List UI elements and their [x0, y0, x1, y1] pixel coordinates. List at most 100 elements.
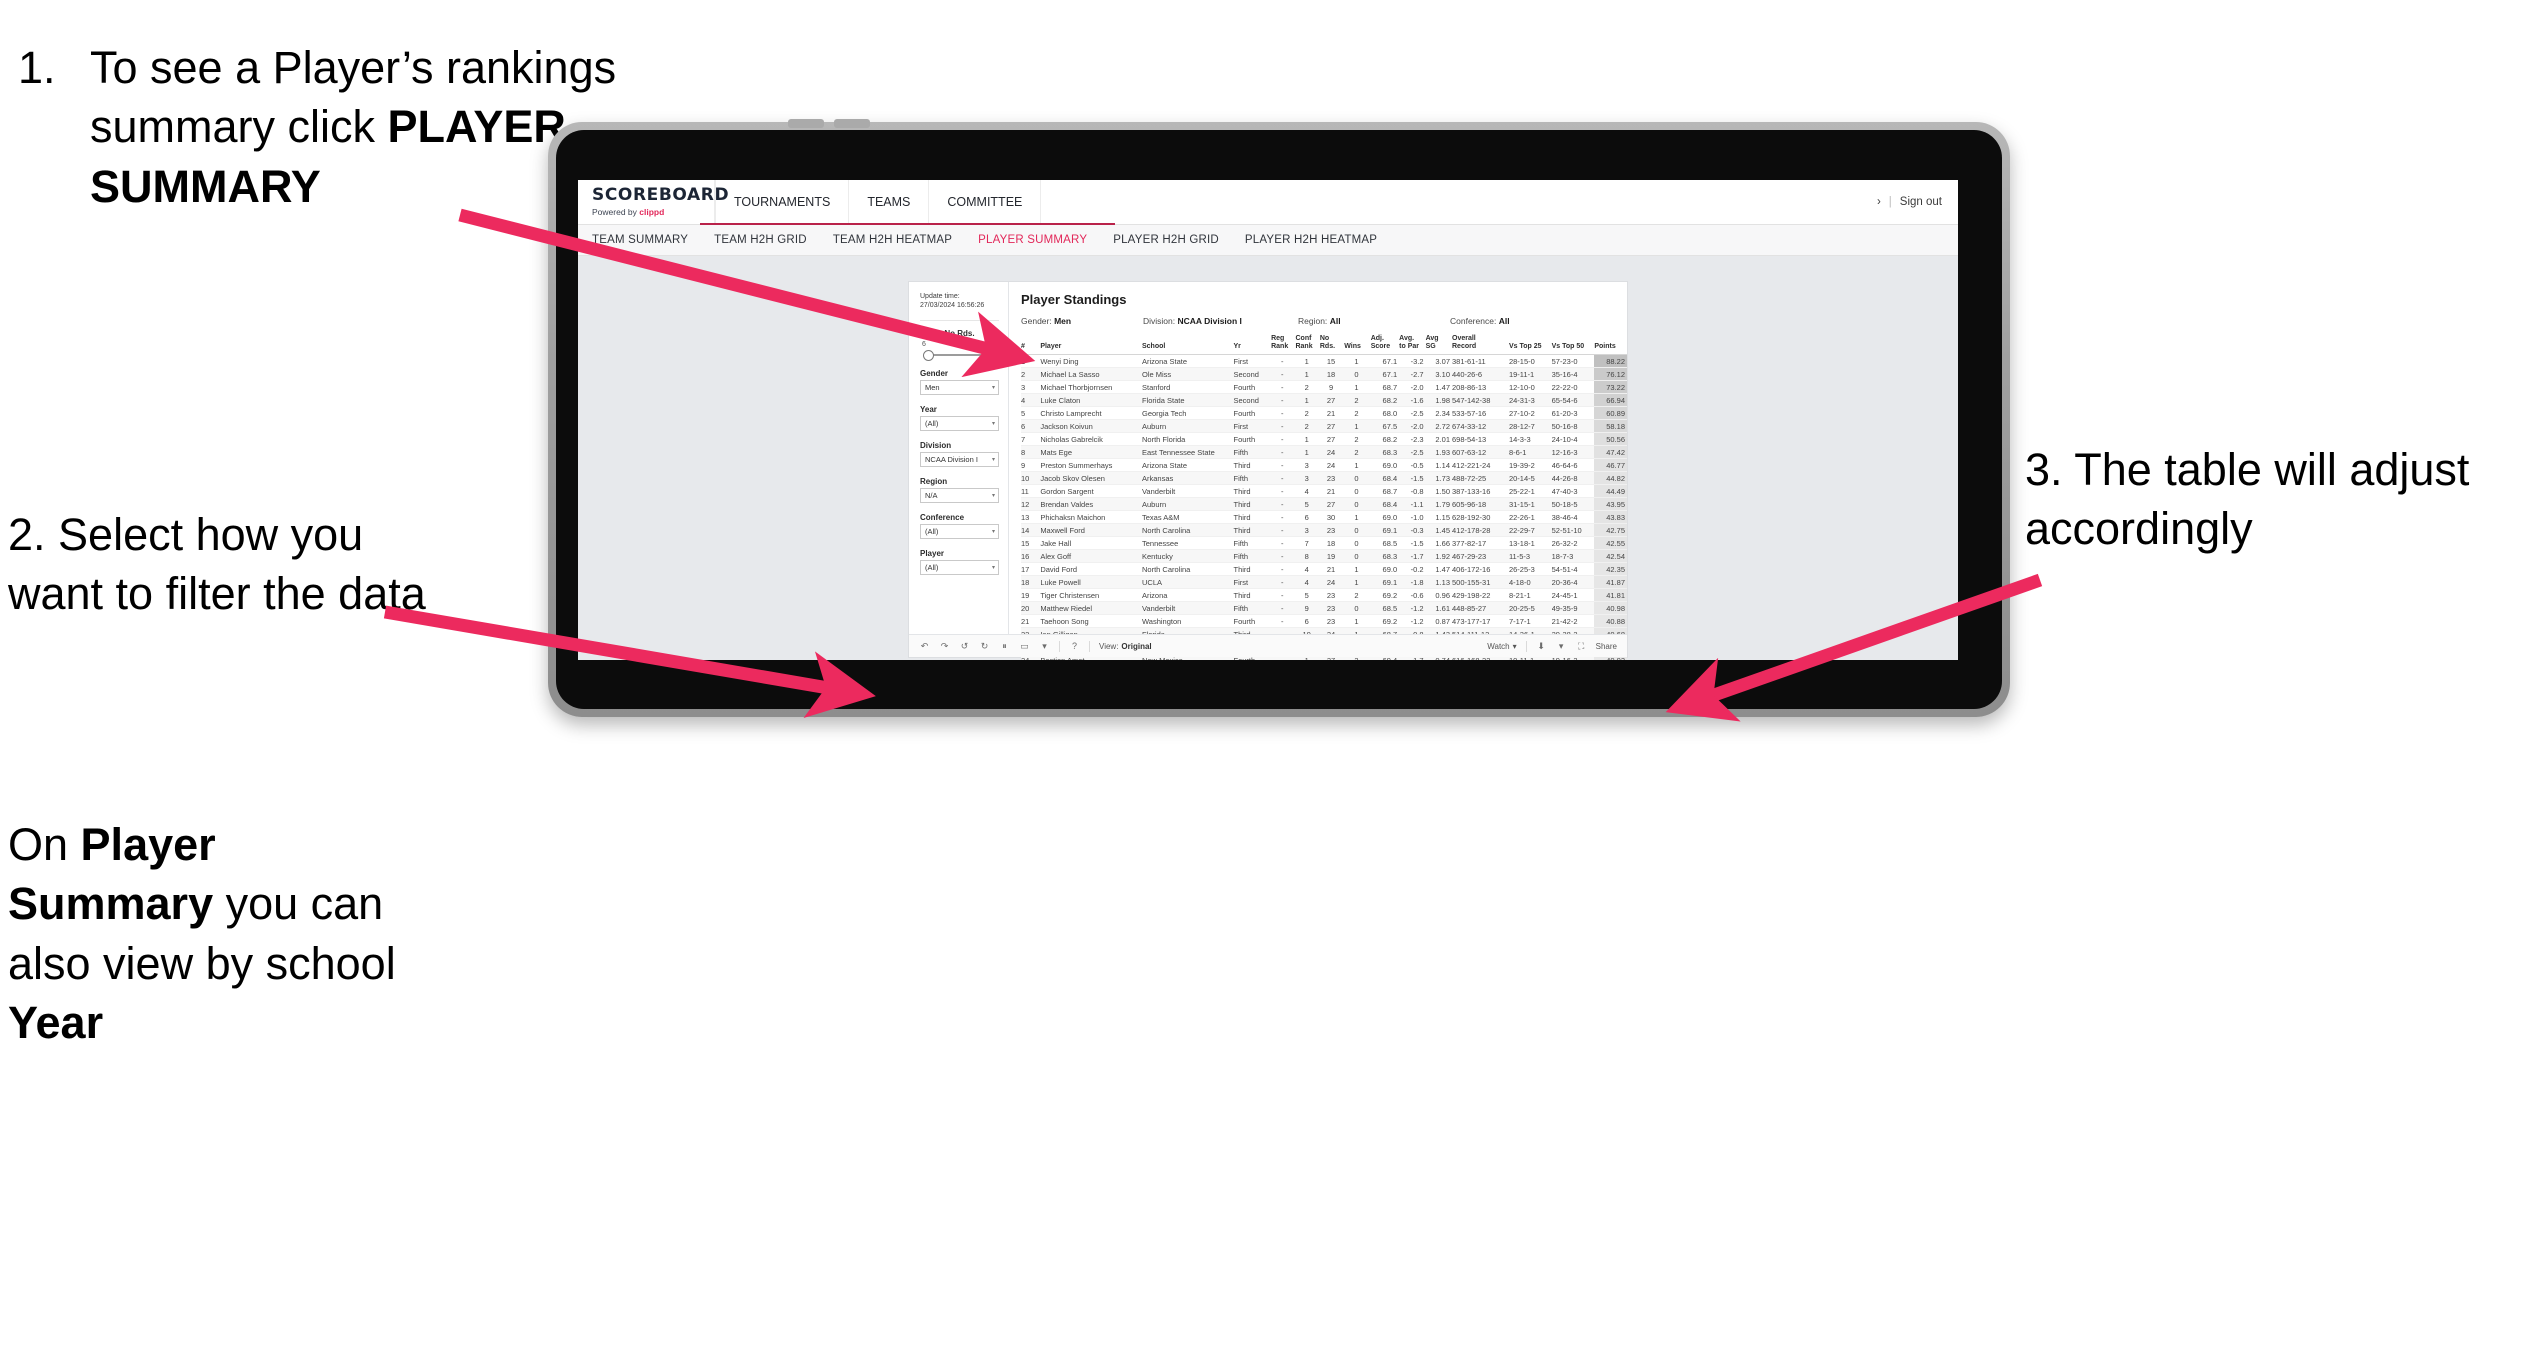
undo-icon[interactable]: ↶ — [919, 641, 930, 652]
cell-t25: 31-15-1 — [1508, 497, 1552, 512]
highlight-caret-icon[interactable]: ▾ — [1039, 641, 1050, 652]
table-row[interactable]: 12 Brendan Valdes Auburn Third -5 27 0 68.4 -1.1… — [1021, 497, 1627, 512]
filter-division-select[interactable]: NCAA Division I ▾ — [920, 451, 999, 467]
col-header-t50[interactable]: Vs Top 50 — [1551, 335, 1595, 356]
tab-team-h2h-heatmap[interactable]: TEAM H2H HEATMAP — [833, 234, 952, 246]
revert-icon[interactable]: ↺ — [959, 641, 970, 652]
col-header-rank[interactable]: # — [1021, 335, 1041, 356]
table-row[interactable]: 10 Jacob Skov Olesen Arkansas Fifth -3 23 0 68.… — [1021, 471, 1627, 486]
filter-conference-select[interactable]: (All) ▾ — [920, 523, 999, 539]
top-nav-teams[interactable]: TEAMS — [849, 180, 930, 224]
filter-gender-select[interactable]: Men ▾ — [920, 379, 999, 395]
table-row[interactable]: 2 Michael La Sasso Ole Miss Second -1 18 0 67.1… — [1021, 367, 1627, 382]
table-row[interactable]: 15 Jake Hall Tennessee Fifth -7 18 0 68.5 -1.5 1.… — [1021, 536, 1627, 551]
table-row[interactable]: 20 Matthew Riedel Vanderbilt Fifth -9 23 0 68.5… — [1021, 601, 1627, 616]
tablet-volume-up-button — [788, 119, 824, 128]
refresh-icon[interactable]: ↻ — [979, 641, 990, 652]
col-header-conf[interactable]: Conf Rank — [1295, 335, 1320, 356]
cell-wins: 0 — [1344, 497, 1371, 512]
col-header-atp[interactable]: Avg. to Par — [1399, 335, 1426, 356]
download-caret-icon[interactable]: ▾ — [1556, 641, 1567, 652]
cell-pts: 42.54 — [1594, 549, 1627, 564]
filter-region-select[interactable]: N/A ▾ — [920, 487, 999, 503]
cell-nrds: 23 — [1319, 614, 1345, 629]
cell-school: North Carolina — [1141, 562, 1234, 577]
cell-school: Auburn — [1141, 419, 1234, 434]
table-row[interactable]: 5 Christo Lamprecht Georgia Tech Fourth -2 21… — [1021, 406, 1627, 421]
share-button[interactable]: Share — [1596, 642, 1617, 651]
table-row[interactable]: 21 Taehoon Song Washington Fourth -6 23 1 69.2-… — [1021, 614, 1627, 629]
cell-conf: 2 — [1295, 380, 1320, 395]
filter-gender-label: Gender — [920, 368, 949, 378]
tab-player-summary[interactable]: PLAYER SUMMARY — [978, 234, 1087, 246]
filter-summary-gender: Gender: Men — [1021, 316, 1143, 326]
brand-name: SCOREBOARD — [592, 185, 730, 205]
cell-atp: -1.6 — [1399, 393, 1426, 408]
filter-year-select[interactable]: (All) ▾ — [920, 415, 999, 431]
cell-nrds: 23 — [1319, 601, 1345, 616]
highlight-icon[interactable]: ▭ — [1019, 641, 1030, 652]
cell-adj: 68.2 — [1370, 393, 1400, 408]
filter-player-select[interactable]: (All) ▾ — [920, 559, 999, 575]
fullscreen-icon[interactable]: ⛶ — [1576, 641, 1587, 652]
brand-logo[interactable]: SCOREBOARD Powered by clippd — [578, 180, 730, 224]
table-row[interactable]: 14 Maxwell Ford North Carolina Third -3 23 0 69… — [1021, 523, 1627, 538]
cell-conf: 1 — [1295, 354, 1320, 369]
table-row[interactable]: 8 Mats Ege East Tennessee State Fifth -1 24 2 6… — [1021, 445, 1627, 460]
table-row[interactable]: 3 Michael Thorbjornsen Stanford Fourth -2 9 1 6… — [1021, 380, 1627, 395]
table-row[interactable]: 13 Phichaksn Maichon Texas A&M Third -6 30 1 69… — [1021, 510, 1627, 525]
cell-rank: 15 — [1021, 536, 1041, 551]
pause-icon[interactable]: ⏸ — [999, 641, 1010, 652]
no-rds-slider[interactable] — [920, 349, 999, 361]
cell-wins: 0 — [1344, 367, 1371, 382]
cell-sg: 1.92 — [1425, 549, 1452, 564]
table-row[interactable]: 16 Alex Goff Kentucky Fifth -8 19 0 68.3 -1.7 1.9… — [1021, 549, 1627, 564]
cell-player: Gordon Sargent — [1040, 484, 1142, 499]
top-nav-committee[interactable]: COMMITTEE — [929, 180, 1042, 224]
col-header-wins[interactable]: Wins — [1344, 335, 1371, 356]
table-row[interactable]: 6 Jackson Koivun Auburn First -2 27 1 67.5 -2.0 2… — [1021, 419, 1627, 434]
standings-panel: Player Standings Gender: Men Division: N… — [1009, 282, 1627, 660]
table-row[interactable]: 17 David Ford North Carolina Third -4 21 1 69.0… — [1021, 562, 1627, 577]
cell-yr: Third — [1233, 484, 1272, 499]
sign-out-link[interactable]: Sign out — [1900, 196, 1942, 208]
cell-player: Jacob Skov Olesen — [1040, 471, 1142, 486]
table-row[interactable]: 19 Tiger Christensen Arizona Third -5 23 2 69.2… — [1021, 588, 1627, 603]
redo-icon[interactable]: ↷ — [939, 641, 950, 652]
tab-player-h2h-heatmap[interactable]: PLAYER H2H HEATMAP — [1245, 234, 1377, 246]
table-row[interactable]: 1 Wenyi Ding Arizona State First -1 15 1 67.1 -3… — [1021, 354, 1627, 369]
tab-team-summary[interactable]: TEAM SUMMARY — [592, 234, 688, 246]
download-icon[interactable]: ⬇ — [1536, 641, 1547, 652]
cell-rank: 14 — [1021, 523, 1041, 538]
annotation-step-2: 2. Select how you want to filter the dat… — [8, 509, 426, 620]
col-header-t25[interactable]: Vs Top 25 — [1508, 335, 1552, 356]
col-header-school[interactable]: School — [1141, 335, 1234, 356]
help-icon[interactable]: ? — [1069, 641, 1080, 652]
table-row[interactable]: 18 Luke Powell UCLA First -4 24 1 69.1 -1.8 1.13 5… — [1021, 575, 1627, 590]
cell-rank: 12 — [1021, 497, 1041, 512]
col-header-sg[interactable]: Avg SG — [1425, 335, 1452, 356]
col-header-yr[interactable]: Yr — [1233, 335, 1272, 356]
view-button[interactable]: View: Original — [1099, 642, 1152, 651]
col-header-adj[interactable]: Adj. Score — [1370, 335, 1400, 356]
table-row[interactable]: 7 Nicholas Gabrelcik North Florida Fourth -1… — [1021, 432, 1627, 447]
cell-school: Arkansas — [1141, 471, 1234, 486]
no-rds-slider-handle[interactable] — [923, 349, 934, 361]
col-header-nrds[interactable]: No Rds. — [1319, 335, 1345, 356]
tab-team-h2h-grid[interactable]: TEAM H2H GRID — [714, 234, 807, 246]
cell-conf: 3 — [1295, 471, 1320, 486]
tab-player-h2h-grid[interactable]: PLAYER H2H GRID — [1113, 234, 1219, 246]
watch-button[interactable]: Watch ▾ — [1487, 642, 1516, 651]
col-header-player[interactable]: Player — [1040, 335, 1142, 356]
top-nav-tournaments[interactable]: TOURNAMENTS — [715, 180, 850, 224]
col-header-pts[interactable]: Points — [1594, 335, 1627, 356]
cell-wins: 1 — [1344, 510, 1371, 525]
table-row[interactable]: 9 Preston Summerhays Arizona State Third -3 2… — [1021, 458, 1627, 473]
table-row[interactable]: 11 Gordon Sargent Vanderbilt Third -4 21 0 68.7… — [1021, 484, 1627, 499]
col-header-rec[interactable]: Overall Record — [1452, 335, 1509, 356]
cell-rec: 377-82-17 — [1452, 536, 1509, 551]
cell-conf: 1 — [1295, 393, 1320, 408]
col-header-reg[interactable]: Reg Rank — [1271, 335, 1296, 356]
table-row[interactable]: 4 Luke Claton Florida State Second -1 27 2 68.2… — [1021, 393, 1627, 408]
account-chevron-icon[interactable]: › — [1877, 196, 1881, 208]
